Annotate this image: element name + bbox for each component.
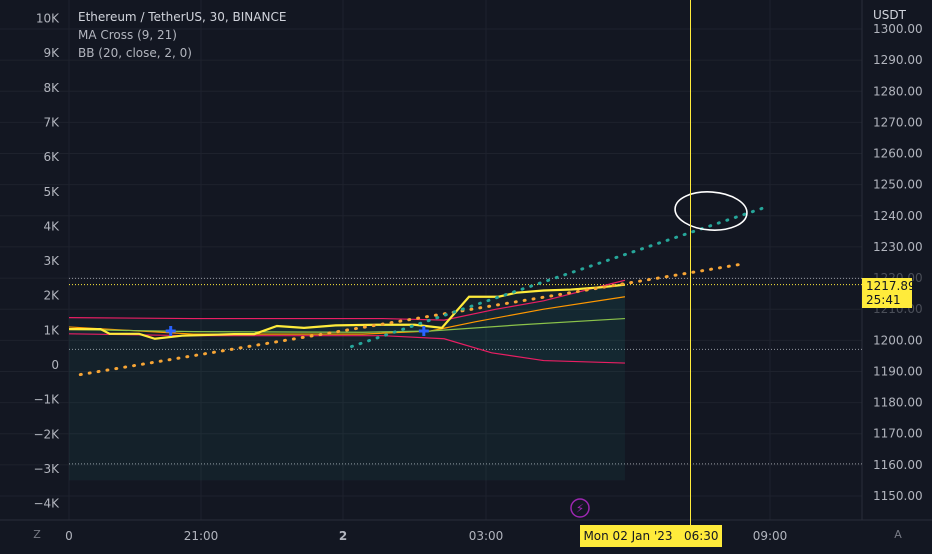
left-axis-tick-label: 0: [51, 358, 59, 372]
right-axis-tick-label: 1200.00: [873, 333, 923, 347]
left-axis-tick-label: 3K: [43, 254, 60, 268]
time-axis-tick-label: 0: [65, 529, 73, 543]
currency-label: USDT: [873, 8, 906, 22]
left-axis-tick-label: 6K: [43, 150, 60, 164]
auto-scale-button[interactable]: A: [890, 527, 906, 543]
left-axis-tick-label: 8K: [43, 81, 60, 95]
bar-countdown: 25:41: [866, 293, 901, 307]
zoom-mode-button[interactable]: Z: [29, 527, 45, 543]
right-axis-tick-label: 1300.00: [873, 22, 923, 36]
crosshair-time-label: Mon 02 Jan '23 06:30: [580, 525, 722, 547]
right-axis-tick-label: 1260.00: [873, 147, 923, 161]
price-area-fill: [69, 284, 625, 481]
time-axis-tick-label: 21:00: [184, 529, 219, 543]
time-axis-tick-label: 2: [339, 529, 347, 543]
left-axis-tick-label: 4K: [43, 219, 60, 233]
time-axis-tick-label: 03:00: [469, 529, 504, 543]
lightning-glyph: ⚡: [576, 502, 584, 516]
right-axis-tick-label: 1270.00: [873, 115, 923, 129]
price-chart[interactable]: ⚡ 10K 9K 8K 7K 6K 5K 4K 3K 2K 1K 0 −1K −2K −3K −4K 1300.…: [0, 0, 932, 550]
current-price-tag: 1217.89 25:41: [862, 278, 916, 308]
symbol-title[interactable]: Ethereum / TetherUS, 30, BINANCE: [78, 8, 286, 26]
right-axis-tick-label: 1160.00: [873, 458, 923, 472]
left-axis-tick-label: −3K: [33, 462, 60, 476]
right-axis-tick-label: 1190.00: [873, 364, 923, 378]
right-axis-tick-label: 1150.00: [873, 489, 923, 503]
right-axis-tick-label: 1180.00: [873, 396, 923, 410]
time-axis-tick-label: 09:00: [753, 529, 788, 543]
indicator-bollinger-bands[interactable]: BB (20, close, 2, 0): [78, 44, 286, 62]
left-axis-tick-label: −2K: [33, 427, 60, 441]
right-axis-tick-label: 1280.00: [873, 84, 923, 98]
left-axis-tick-label: 2K: [43, 289, 60, 303]
right-axis-tick-label: 1250.00: [873, 178, 923, 192]
right-axis-tick-label: 1230.00: [873, 240, 923, 254]
left-axis-tick-label: 7K: [43, 115, 60, 129]
right-axis-tick-label: 1290.00: [873, 53, 923, 67]
left-axis-tick-label: −1K: [33, 393, 60, 407]
left-axis-tick-label: 5K: [43, 185, 60, 199]
chart-area[interactable]: ⚡ 10K 9K 8K 7K 6K 5K 4K 3K 2K 1K 0 −1K −2K −3K −4K 1300.…: [0, 0, 932, 550]
right-axis-tick-label: 1170.00: [873, 427, 923, 441]
indicator-ma-cross[interactable]: MA Cross (9, 21): [78, 26, 286, 44]
left-axis-tick-label: 9K: [43, 46, 60, 60]
right-axis-tick-label: 1240.00: [873, 209, 923, 223]
left-axis-tick-label: −4K: [33, 497, 60, 511]
chart-legend: Ethereum / TetherUS, 30, BINANCE MA Cros…: [78, 8, 286, 62]
left-axis-tick-label: 10K: [36, 12, 60, 26]
current-price-value: 1217.89: [866, 279, 916, 293]
left-axis-tick-label: 1K: [43, 323, 60, 337]
